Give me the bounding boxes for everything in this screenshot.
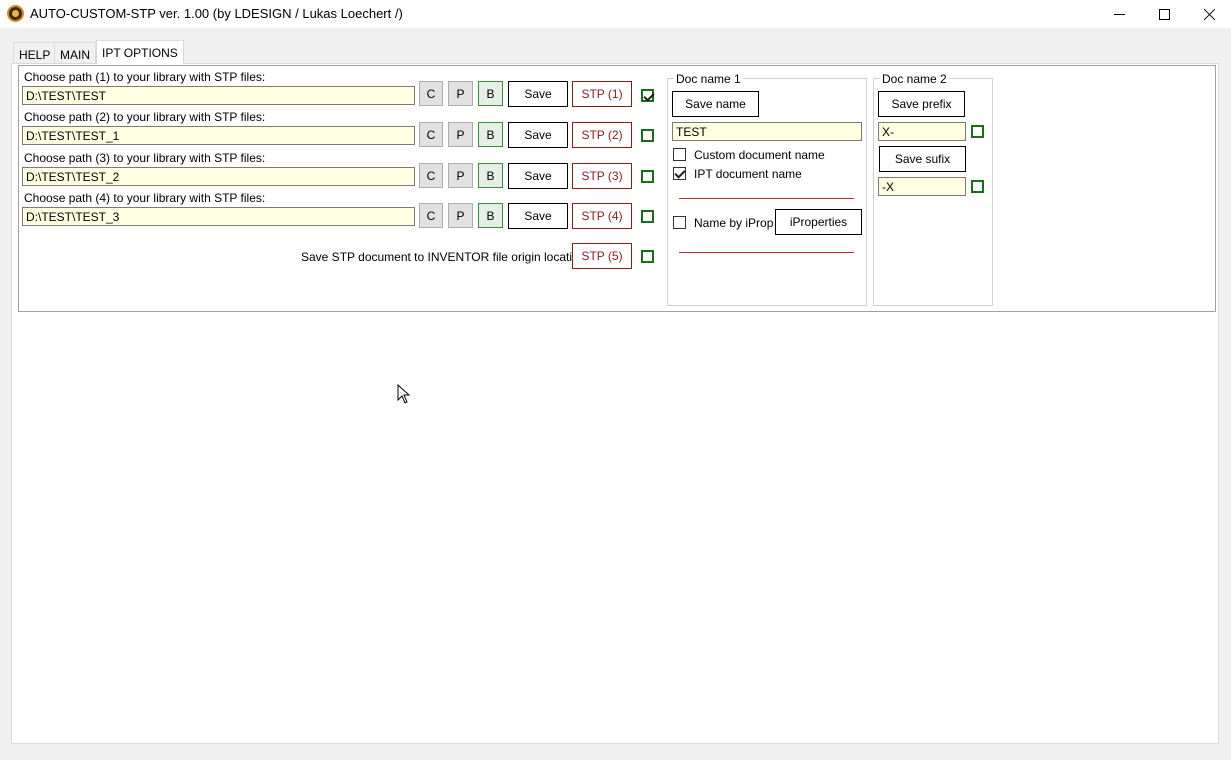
path-1-label: Choose path (1) to your library with STP… xyxy=(24,70,266,84)
path-2-b-button[interactable]: B xyxy=(478,122,503,147)
minimize-button[interactable] xyxy=(1096,0,1142,28)
sufix-checkbox[interactable] xyxy=(971,180,984,193)
mouse-cursor-icon xyxy=(397,384,411,404)
path-2-p-button[interactable]: P xyxy=(448,122,473,147)
ipt-name-checkbox[interactable] xyxy=(673,167,686,180)
tab-ipt-options[interactable]: IPT OPTIONS xyxy=(96,40,184,64)
doc-name-1-group: Doc name 1 Save name Custom document nam… xyxy=(667,72,867,306)
app-logo-icon xyxy=(7,5,24,22)
save-prefix-button[interactable]: Save prefix xyxy=(878,91,965,117)
maximize-icon xyxy=(1158,8,1170,20)
path-3-input[interactable] xyxy=(22,167,415,186)
separator-line xyxy=(679,252,854,253)
close-button[interactable] xyxy=(1186,0,1231,28)
path-1-input[interactable] xyxy=(22,86,415,105)
maximize-button[interactable] xyxy=(1141,0,1187,28)
tab-help[interactable]: HELP xyxy=(13,42,57,63)
prefix-input[interactable] xyxy=(878,122,966,141)
stp-4-checkbox[interactable] xyxy=(641,210,654,223)
path-4-label: Choose path (4) to your library with STP… xyxy=(24,191,266,205)
path-2-save-button[interactable]: Save xyxy=(508,122,568,148)
save-sufix-button[interactable]: Save sufix xyxy=(879,146,966,172)
path-1-c-button[interactable]: C xyxy=(419,81,443,106)
path-2-input[interactable] xyxy=(22,126,415,145)
stp-3-button[interactable]: STP (3) xyxy=(572,163,632,189)
stp-5-checkbox[interactable] xyxy=(641,250,654,263)
prefix-checkbox[interactable] xyxy=(971,125,984,138)
window-title: AUTO-CUSTOM-STP ver. 1.00 (by LDESIGN / … xyxy=(30,6,403,21)
path-2-label: Choose path (2) to your library with STP… xyxy=(24,110,266,124)
iproperties-button[interactable]: iProperties xyxy=(775,209,862,235)
custom-name-checkbox[interactable] xyxy=(673,148,686,161)
iprop-name-checkbox[interactable] xyxy=(673,216,686,229)
close-icon xyxy=(1203,8,1216,21)
doc-name-2-group: Doc name 2 Save prefix Save sufix xyxy=(873,72,993,306)
save-name-button[interactable]: Save name xyxy=(672,91,759,117)
doc-name-1-title: Doc name 1 xyxy=(674,72,743,86)
stp-1-checkbox[interactable] xyxy=(641,89,654,102)
stp-3-checkbox[interactable] xyxy=(641,170,654,183)
options-group: Choose path (1) to your library with STP… xyxy=(18,65,1216,312)
stp-2-button[interactable]: STP (2) xyxy=(572,122,632,148)
sufix-input[interactable] xyxy=(878,177,966,196)
path-1-save-button[interactable]: Save xyxy=(508,81,568,107)
path-4-save-button[interactable]: Save xyxy=(508,203,568,229)
path-4-b-button[interactable]: B xyxy=(478,203,503,228)
path-2-c-button[interactable]: C xyxy=(419,122,443,147)
title-bar: AUTO-CUSTOM-STP ver. 1.00 (by LDESIGN / … xyxy=(0,0,1231,28)
app-window: AUTO-CUSTOM-STP ver. 1.00 (by LDESIGN / … xyxy=(0,0,1231,760)
origin-label: Save STP document to INVENTOR file origi… xyxy=(301,250,589,264)
path-3-save-button[interactable]: Save xyxy=(508,163,568,189)
stp-1-button[interactable]: STP (1) xyxy=(572,81,632,107)
stp-5-button[interactable]: STP (5) xyxy=(572,243,632,269)
minimize-icon xyxy=(1113,13,1125,15)
path-1-p-button[interactable]: P xyxy=(448,81,473,106)
path-4-p-button[interactable]: P xyxy=(448,203,473,228)
doc-name-2-title: Doc name 2 xyxy=(880,72,949,86)
path-3-c-button[interactable]: C xyxy=(419,163,443,188)
stp-2-checkbox[interactable] xyxy=(641,129,654,142)
ipt-name-label: IPT document name xyxy=(694,167,802,181)
custom-name-label: Custom document name xyxy=(694,148,825,162)
iprop-name-label: Name by iProp xyxy=(694,216,774,230)
doc-name-input[interactable] xyxy=(672,122,862,141)
path-3-p-button[interactable]: P xyxy=(448,163,473,188)
tab-panel-ipt-options: Choose path (1) to your library with STP… xyxy=(11,63,1219,744)
path-1-b-button[interactable]: B xyxy=(478,81,503,106)
path-4-input[interactable] xyxy=(22,207,415,226)
path-3-label: Choose path (3) to your library with STP… xyxy=(24,151,266,165)
client-area: HELP MAIN IPT OPTIONS Choose path (1) to… xyxy=(11,36,1219,744)
stp-4-button[interactable]: STP (4) xyxy=(572,203,632,229)
separator-line xyxy=(679,198,854,199)
path-3-b-button[interactable]: B xyxy=(478,163,503,188)
path-4-c-button[interactable]: C xyxy=(419,203,443,228)
tab-main[interactable]: MAIN xyxy=(54,42,96,63)
